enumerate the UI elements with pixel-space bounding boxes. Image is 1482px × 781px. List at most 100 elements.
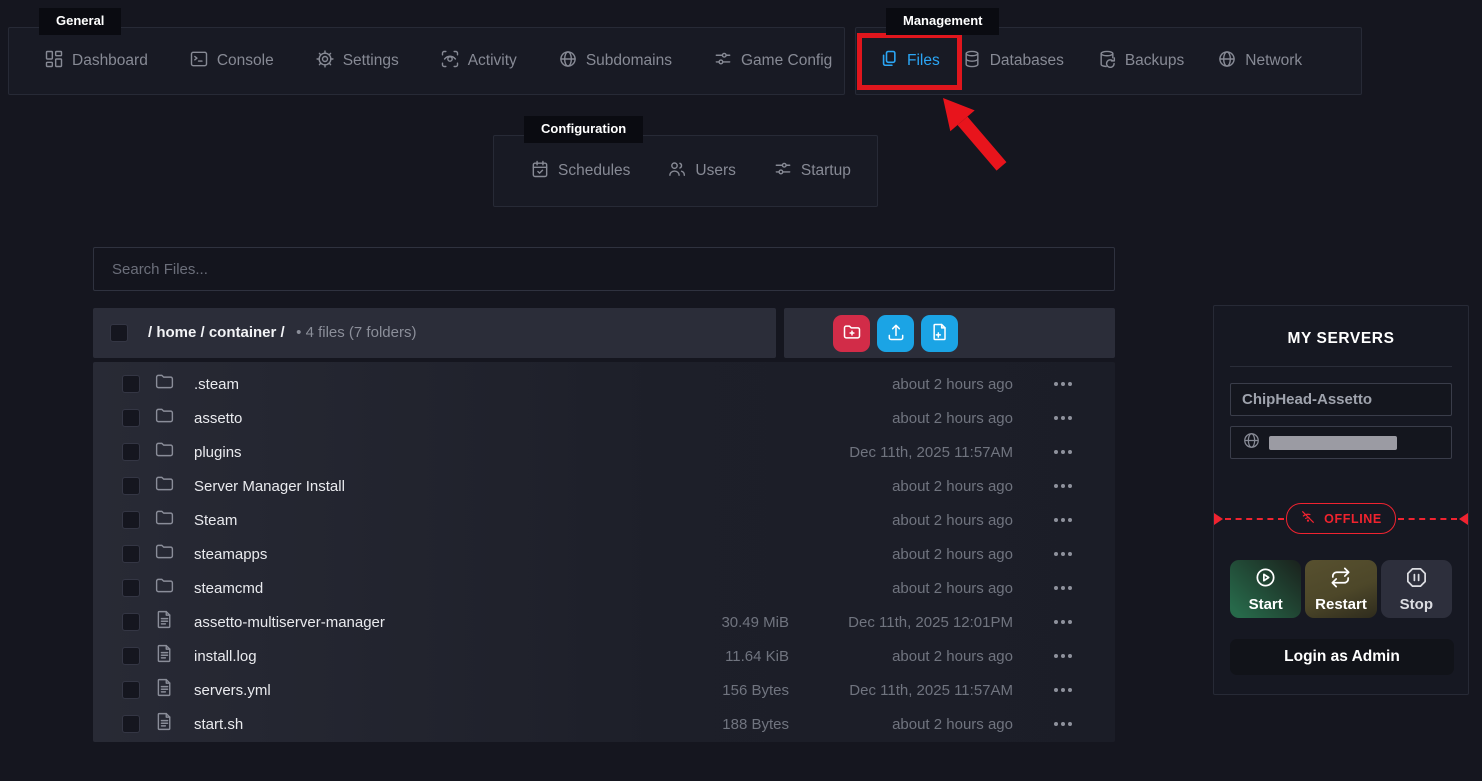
status-badge: OFFLINE	[1286, 503, 1396, 534]
file-modified: about 2 hours ago	[892, 579, 1013, 597]
file-row[interactable]: assetto-multiserver-manager 30.49 MiB De…	[93, 605, 1115, 639]
file-name[interactable]: Steam	[194, 512, 655, 529]
server-name-box[interactable]: ChipHead-Assetto	[1230, 383, 1452, 416]
upload-button[interactable]	[877, 314, 914, 352]
row-menu-button[interactable]	[1027, 707, 1099, 741]
file-row[interactable]: steamapps about 2 hours ago	[93, 537, 1115, 571]
row-menu-button[interactable]	[1027, 367, 1099, 401]
nav-item-startup[interactable]: Startup	[773, 159, 851, 184]
nav-item-schedules[interactable]: Schedules	[530, 159, 630, 184]
wifi-off-icon	[1300, 509, 1316, 528]
file-row[interactable]: servers.yml 156 Bytes Dec 11th, 2025 11:…	[93, 673, 1115, 707]
file-row[interactable]: install.log 11.64 KiB about 2 hours ago	[93, 639, 1115, 673]
file-name[interactable]: steamapps	[194, 546, 655, 563]
row-menu-button[interactable]	[1027, 537, 1099, 571]
row-checkbox[interactable]	[122, 715, 140, 733]
nav-item-settings[interactable]: Settings	[315, 49, 399, 74]
stop-button[interactable]: Stop	[1380, 560, 1452, 618]
nav-item-files[interactable]: Files	[879, 49, 940, 74]
file-row[interactable]: Steam about 2 hours ago	[93, 503, 1115, 537]
row-checkbox[interactable]	[122, 579, 140, 597]
row-checkbox[interactable]	[122, 409, 140, 427]
row-menu-button[interactable]	[1027, 605, 1099, 639]
row-menu-button[interactable]	[1027, 673, 1099, 707]
nav-label: Console	[216, 52, 274, 69]
sliders-icon	[773, 159, 793, 184]
dashboard-icon	[44, 49, 64, 74]
file-modified: about 2 hours ago	[892, 477, 1013, 495]
row-menu-button[interactable]	[1027, 571, 1099, 605]
row-checkbox[interactable]	[122, 647, 140, 665]
nav-item-dashboard[interactable]: Dashboard	[44, 49, 148, 74]
management-nav-group: Management Files Databases Backups Netwo…	[855, 8, 1362, 95]
file-name[interactable]: steamcmd	[194, 580, 655, 597]
nav-item-subdomains[interactable]: Subdomains	[558, 49, 672, 74]
new-folder-button[interactable]	[833, 314, 870, 352]
activity-eye-icon	[440, 49, 460, 74]
row-menu-button[interactable]	[1027, 435, 1099, 469]
console-icon	[189, 49, 209, 74]
nav-item-activity[interactable]: Activity	[440, 49, 517, 74]
file-modified: about 2 hours ago	[892, 375, 1013, 393]
nav-item-network[interactable]: Network	[1217, 49, 1302, 74]
file-row[interactable]: steamcmd about 2 hours ago	[93, 571, 1115, 605]
nav-item-game-config[interactable]: Game Config	[713, 49, 832, 74]
file-size: 156 Bytes	[722, 681, 789, 699]
nav-item-backups[interactable]: Backups	[1097, 49, 1184, 74]
row-menu-button[interactable]	[1027, 401, 1099, 435]
dashed-line	[1225, 517, 1285, 520]
file-name[interactable]: start.sh	[194, 716, 655, 733]
nav-item-databases[interactable]: Databases	[962, 49, 1064, 74]
nav-label: Settings	[342, 52, 399, 69]
row-checkbox[interactable]	[122, 681, 140, 699]
row-checkbox[interactable]	[122, 443, 140, 461]
file-modified: about 2 hours ago	[892, 715, 1013, 733]
nav-label: Network	[1245, 52, 1303, 69]
file-modified: about 2 hours ago	[892, 511, 1013, 529]
row-checkbox[interactable]	[122, 477, 140, 495]
row-menu-button[interactable]	[1027, 503, 1099, 537]
nav-label: Startup	[800, 162, 851, 179]
nav-label: Files	[907, 52, 940, 69]
nav-label: Game Config	[740, 52, 833, 69]
breadcrumb-path[interactable]: / home / container /	[148, 324, 285, 341]
row-menu-button[interactable]	[1027, 469, 1099, 503]
server-name: ChipHead-Assetto	[1242, 391, 1373, 408]
file-row[interactable]: .steam about 2 hours ago	[93, 367, 1115, 401]
row-menu-button[interactable]	[1027, 639, 1099, 673]
nav-item-console[interactable]: Console	[189, 49, 274, 74]
new-file-button[interactable]	[921, 314, 958, 352]
file-name[interactable]: assetto-multiserver-manager	[194, 614, 655, 631]
file-name[interactable]: assetto	[194, 410, 655, 427]
row-checkbox[interactable]	[122, 613, 140, 631]
row-checkbox[interactable]	[122, 511, 140, 529]
folder-icon	[154, 439, 180, 465]
file-row[interactable]: Server Manager Install about 2 hours ago	[93, 469, 1115, 503]
nav-label: Activity	[467, 52, 517, 69]
restart-button[interactable]: Restart	[1305, 560, 1377, 618]
file-row[interactable]: assetto about 2 hours ago	[93, 401, 1115, 435]
file-name[interactable]: .steam	[194, 376, 655, 393]
nav-label: Schedules	[558, 162, 631, 179]
file-name[interactable]: servers.yml	[194, 682, 655, 699]
nav-label: Dashboard	[72, 52, 148, 69]
file-modified: about 2 hours ago	[892, 647, 1013, 665]
file-name[interactable]: install.log	[194, 648, 655, 665]
file-name[interactable]: plugins	[194, 444, 655, 461]
login-as-admin-button[interactable]: Login as Admin	[1230, 639, 1454, 675]
server-address-box[interactable]	[1230, 426, 1452, 459]
divider	[1230, 366, 1452, 367]
pause-octagon-icon	[1405, 566, 1428, 593]
file-name[interactable]: Server Manager Install	[194, 478, 655, 495]
button-label: Restart	[1315, 595, 1367, 613]
start-button[interactable]: Start	[1230, 560, 1302, 618]
right-arrow-tip	[1459, 512, 1469, 525]
file-row[interactable]: plugins Dec 11th, 2025 11:57AM	[93, 435, 1115, 469]
file-row[interactable]: start.sh 188 Bytes about 2 hours ago	[93, 707, 1115, 741]
panel-title: MY SERVERS	[1287, 330, 1395, 347]
nav-item-users[interactable]: Users	[667, 159, 736, 184]
row-checkbox[interactable]	[122, 545, 140, 563]
row-checkbox[interactable]	[122, 375, 140, 393]
select-all-checkbox[interactable]	[110, 324, 128, 342]
search-files-input[interactable]	[93, 247, 1115, 291]
